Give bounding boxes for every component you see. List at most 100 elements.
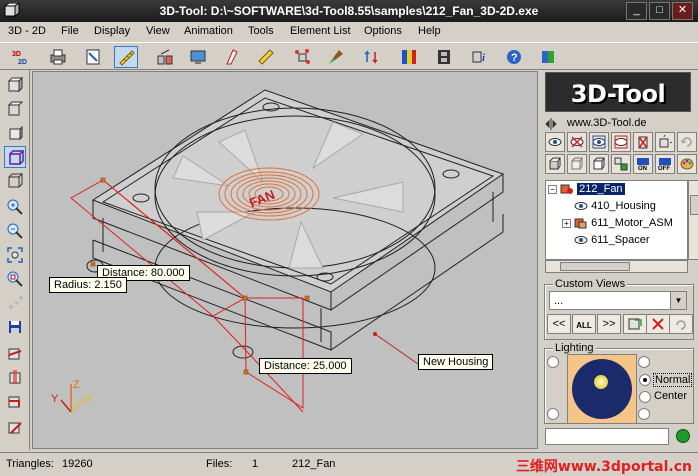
title-bar: 3D-Tool: D:\~SOFTWARE\3d-Tool8.55\sample… <box>0 0 698 22</box>
lighting-normal-radio[interactable] <box>639 374 651 386</box>
measure-icon[interactable] <box>114 46 138 68</box>
hide-all-icon[interactable] <box>611 132 631 152</box>
show-all-icon[interactable] <box>589 132 609 152</box>
pan-icon[interactable] <box>4 292 26 314</box>
monitor-icon[interactable] <box>186 46 210 68</box>
cut-off-icon[interactable] <box>4 416 26 438</box>
view-side-icon[interactable] <box>4 122 26 144</box>
light-radio-bottom-right[interactable] <box>638 408 650 420</box>
solid-icon[interactable] <box>545 154 565 174</box>
maximize-button[interactable]: □ <box>649 2 670 20</box>
zoom-in-icon[interactable] <box>4 196 26 218</box>
collapse-icon[interactable]: − <box>548 184 557 194</box>
tree-vertical-scrollbar[interactable] <box>688 180 698 260</box>
tree-item-611-motor[interactable]: + 611_Motor_ASM <box>562 217 673 234</box>
all-views-button[interactable]: ALL <box>572 314 596 334</box>
refresh-view-icon[interactable] <box>669 314 693 334</box>
scroll-thumb[interactable] <box>560 262 630 271</box>
previous-view-button[interactable]: << <box>547 314 571 334</box>
brush-icon[interactable] <box>324 46 348 68</box>
split-icon[interactable] <box>545 118 557 130</box>
delete-view-icon[interactable] <box>646 314 670 334</box>
new-housing-callout[interactable]: New Housing <box>418 354 494 370</box>
expand-icon[interactable]: + <box>562 218 571 228</box>
light-radio-top-right[interactable] <box>638 356 650 368</box>
page-setup-icon[interactable] <box>81 46 105 68</box>
undo-icon[interactable] <box>677 132 697 152</box>
3d-viewport[interactable]: FAN Z X Y Distance: 80.000 Radius: 2.150… <box>32 71 538 449</box>
lighting-normal-label[interactable]: Normal <box>653 373 693 387</box>
delete-part-icon[interactable] <box>633 132 653 152</box>
scroll-thumb[interactable] <box>690 195 698 215</box>
zoom-out-icon[interactable] <box>4 220 26 242</box>
show-icon[interactable] <box>545 132 565 152</box>
light-radio-top-left[interactable] <box>547 356 559 368</box>
light-preview[interactable] <box>567 354 637 424</box>
explode-icon[interactable] <box>290 46 314 68</box>
custom-views-select[interactable]: ... ▼ <box>549 291 687 310</box>
view-iso-icon[interactable] <box>4 146 26 168</box>
cut-plane-icon[interactable] <box>4 366 26 388</box>
save-view-icon[interactable] <box>4 316 26 338</box>
transparent-icon[interactable] <box>567 154 587 174</box>
cut-box-icon[interactable] <box>4 390 26 412</box>
distance-25-callout[interactable]: Distance: 25.000 <box>259 358 352 374</box>
film-icon[interactable] <box>432 46 456 68</box>
radius-callout[interactable]: Radius: 2.150 <box>49 277 127 293</box>
command-input[interactable] <box>545 428 669 445</box>
axis-y-label: Y <box>51 393 59 405</box>
view-back-icon[interactable] <box>4 98 26 120</box>
about-icon[interactable] <box>536 46 560 68</box>
ruler-icon[interactable] <box>254 46 278 68</box>
3d-2d-icon[interactable]: 3D 2D <box>8 46 32 68</box>
svg-text:ON: ON <box>638 166 647 171</box>
palette-icon[interactable] <box>677 154 697 174</box>
mirror-icon[interactable] <box>153 46 177 68</box>
section-icon[interactable] <box>220 46 244 68</box>
menu-3d-2d[interactable]: 3D - 2D <box>8 25 46 37</box>
color-icon[interactable] <box>397 46 421 68</box>
transform-icon[interactable] <box>360 46 384 68</box>
lighting-center-radio[interactable] <box>639 391 651 403</box>
tree-item-212-fan[interactable]: − 212_Fan <box>548 183 625 200</box>
close-button[interactable]: ✕ <box>672 2 693 20</box>
off-icon[interactable]: OFF <box>655 154 675 174</box>
menu-display[interactable]: Display <box>94 25 130 37</box>
eye-icon[interactable] <box>574 235 588 245</box>
tree-select-icon[interactable] <box>611 154 631 174</box>
chevron-down-icon[interactable]: ▼ <box>670 292 686 309</box>
tree-item-611-spacer[interactable]: 611_Spacer <box>574 234 650 251</box>
menu-view[interactable]: View <box>146 25 170 37</box>
info-icon[interactable]: i <box>468 46 492 68</box>
lighting-center-label[interactable]: Center <box>654 390 687 402</box>
print-icon[interactable] <box>46 46 70 68</box>
menu-element-list[interactable]: Element List <box>290 25 351 37</box>
menu-file[interactable]: File <box>61 25 79 37</box>
light-sphere <box>572 359 632 419</box>
menu-help[interactable]: Help <box>418 25 441 37</box>
add-view-icon[interactable] <box>623 314 647 334</box>
hide-icon[interactable] <box>567 132 587 152</box>
zoom-window-icon[interactable] <box>4 268 26 290</box>
website-url[interactable]: www.3D-Tool.de <box>567 117 646 129</box>
zoom-fit-icon[interactable] <box>4 244 26 266</box>
eye-icon[interactable] <box>574 201 588 211</box>
view-wire-icon[interactable] <box>4 170 26 192</box>
section-view-icon[interactable] <box>4 342 26 364</box>
menu-animation[interactable]: Animation <box>184 25 233 37</box>
restore-icon[interactable] <box>655 132 675 152</box>
svg-text:?: ? <box>511 52 518 64</box>
view-front-icon[interactable] <box>4 74 26 96</box>
on-icon[interactable]: ON <box>633 154 653 174</box>
tree-item-410-housing[interactable]: 410_Housing <box>574 200 656 217</box>
element-tree[interactable]: − 212_Fan 410_Housing + 611_Motor_ASM 61… <box>545 180 688 260</box>
edges-icon[interactable] <box>589 154 609 174</box>
menu-options[interactable]: Options <box>364 25 402 37</box>
assembly-icon <box>574 218 587 229</box>
light-radio-bottom-left[interactable] <box>547 408 559 420</box>
minimize-button[interactable]: _ <box>626 2 647 20</box>
help-icon[interactable]: ? <box>502 46 526 68</box>
menu-tools[interactable]: Tools <box>248 25 274 37</box>
next-view-button[interactable]: >> <box>597 314 621 334</box>
tree-horizontal-scrollbar[interactable] <box>545 260 688 273</box>
